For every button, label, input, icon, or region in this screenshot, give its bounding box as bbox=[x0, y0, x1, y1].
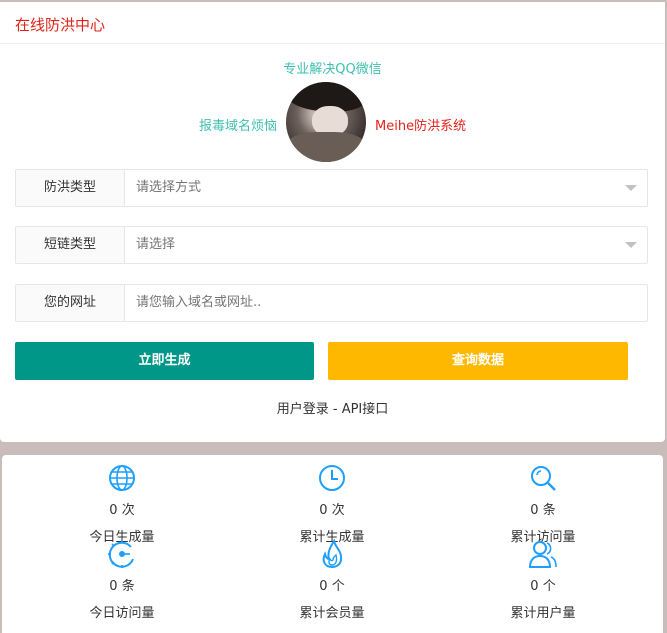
panel-title: 在线防洪中心 bbox=[0, 2, 665, 44]
promo-left-tag: 报毒域名烦恼 bbox=[198, 119, 277, 134]
flood-type-select[interactable]: 防洪类型 请选择方式 bbox=[15, 169, 648, 207]
stat-label: 今日访问量 bbox=[89, 606, 155, 621]
users-icon bbox=[528, 541, 557, 568]
url-input[interactable]: 请您输入域名或网址.. bbox=[136, 285, 261, 321]
stat-count: 0 个 bbox=[530, 579, 556, 594]
chevron-down-icon[interactable] bbox=[625, 185, 637, 191]
login-api-links[interactable]: 用户登录 - API接口 bbox=[0, 398, 665, 417]
fire-icon bbox=[322, 539, 343, 569]
flood-type-value[interactable]: 请选择方式 bbox=[136, 170, 201, 206]
url-field[interactable]: 您的网址 请您输入域名或网址.. bbox=[15, 284, 648, 322]
stat-today-visits: 0 条 今日访问量 bbox=[22, 539, 222, 621]
stat-count: 0 次 bbox=[109, 503, 135, 518]
shortlink-type-value[interactable]: 请选择 bbox=[136, 227, 175, 263]
stat-count: 0 次 bbox=[319, 503, 345, 518]
stat-total-generated: 0 次 累计生成量 bbox=[232, 463, 432, 545]
gear-icon bbox=[108, 540, 134, 568]
avatar bbox=[286, 82, 366, 162]
stat-total-members: 0 个 累计会员量 bbox=[232, 539, 432, 621]
stat-total-users: 0 个 累计用户量 bbox=[443, 539, 643, 621]
query-data-button[interactable]: 查询数据 bbox=[328, 342, 628, 380]
shortlink-type-select[interactable]: 短链类型 请选择 bbox=[15, 226, 648, 264]
url-label: 您的网址 bbox=[16, 285, 125, 321]
stat-total-visits: 0 条 累计访问量 bbox=[443, 463, 643, 545]
avatar-row: 报毒域名烦恼 Meihe防洪系统 bbox=[0, 82, 665, 164]
promo-top-tag: 专业解决QQ微信 bbox=[283, 62, 382, 77]
promo-right-tag: Meihe防洪系统 bbox=[375, 119, 467, 134]
stats-panel: 0 次 今日生成量 0 次 累计生成量 0 条 累计访问量 0 条 今日访问量 … bbox=[2, 455, 663, 633]
flood-type-label: 防洪类型 bbox=[16, 170, 125, 206]
search-icon bbox=[531, 466, 556, 491]
stat-count: 0 条 bbox=[109, 579, 135, 594]
stat-label: 累计会员量 bbox=[299, 606, 365, 621]
clock-icon bbox=[319, 465, 345, 491]
stat-count: 0 个 bbox=[319, 579, 345, 594]
shortlink-type-label: 短链类型 bbox=[16, 227, 125, 263]
stat-count: 0 条 bbox=[530, 503, 556, 518]
generator-panel: 在线防洪中心 专业解决QQ微信 报毒域名烦恼 Meihe防洪系统 防洪类型 请选… bbox=[0, 2, 665, 442]
stat-today-generated: 0 次 今日生成量 bbox=[22, 463, 222, 545]
generate-button[interactable]: 立即生成 bbox=[15, 342, 314, 380]
stat-label: 累计用户量 bbox=[510, 606, 576, 621]
chevron-down-icon[interactable] bbox=[625, 242, 637, 248]
globe-icon bbox=[109, 465, 135, 491]
